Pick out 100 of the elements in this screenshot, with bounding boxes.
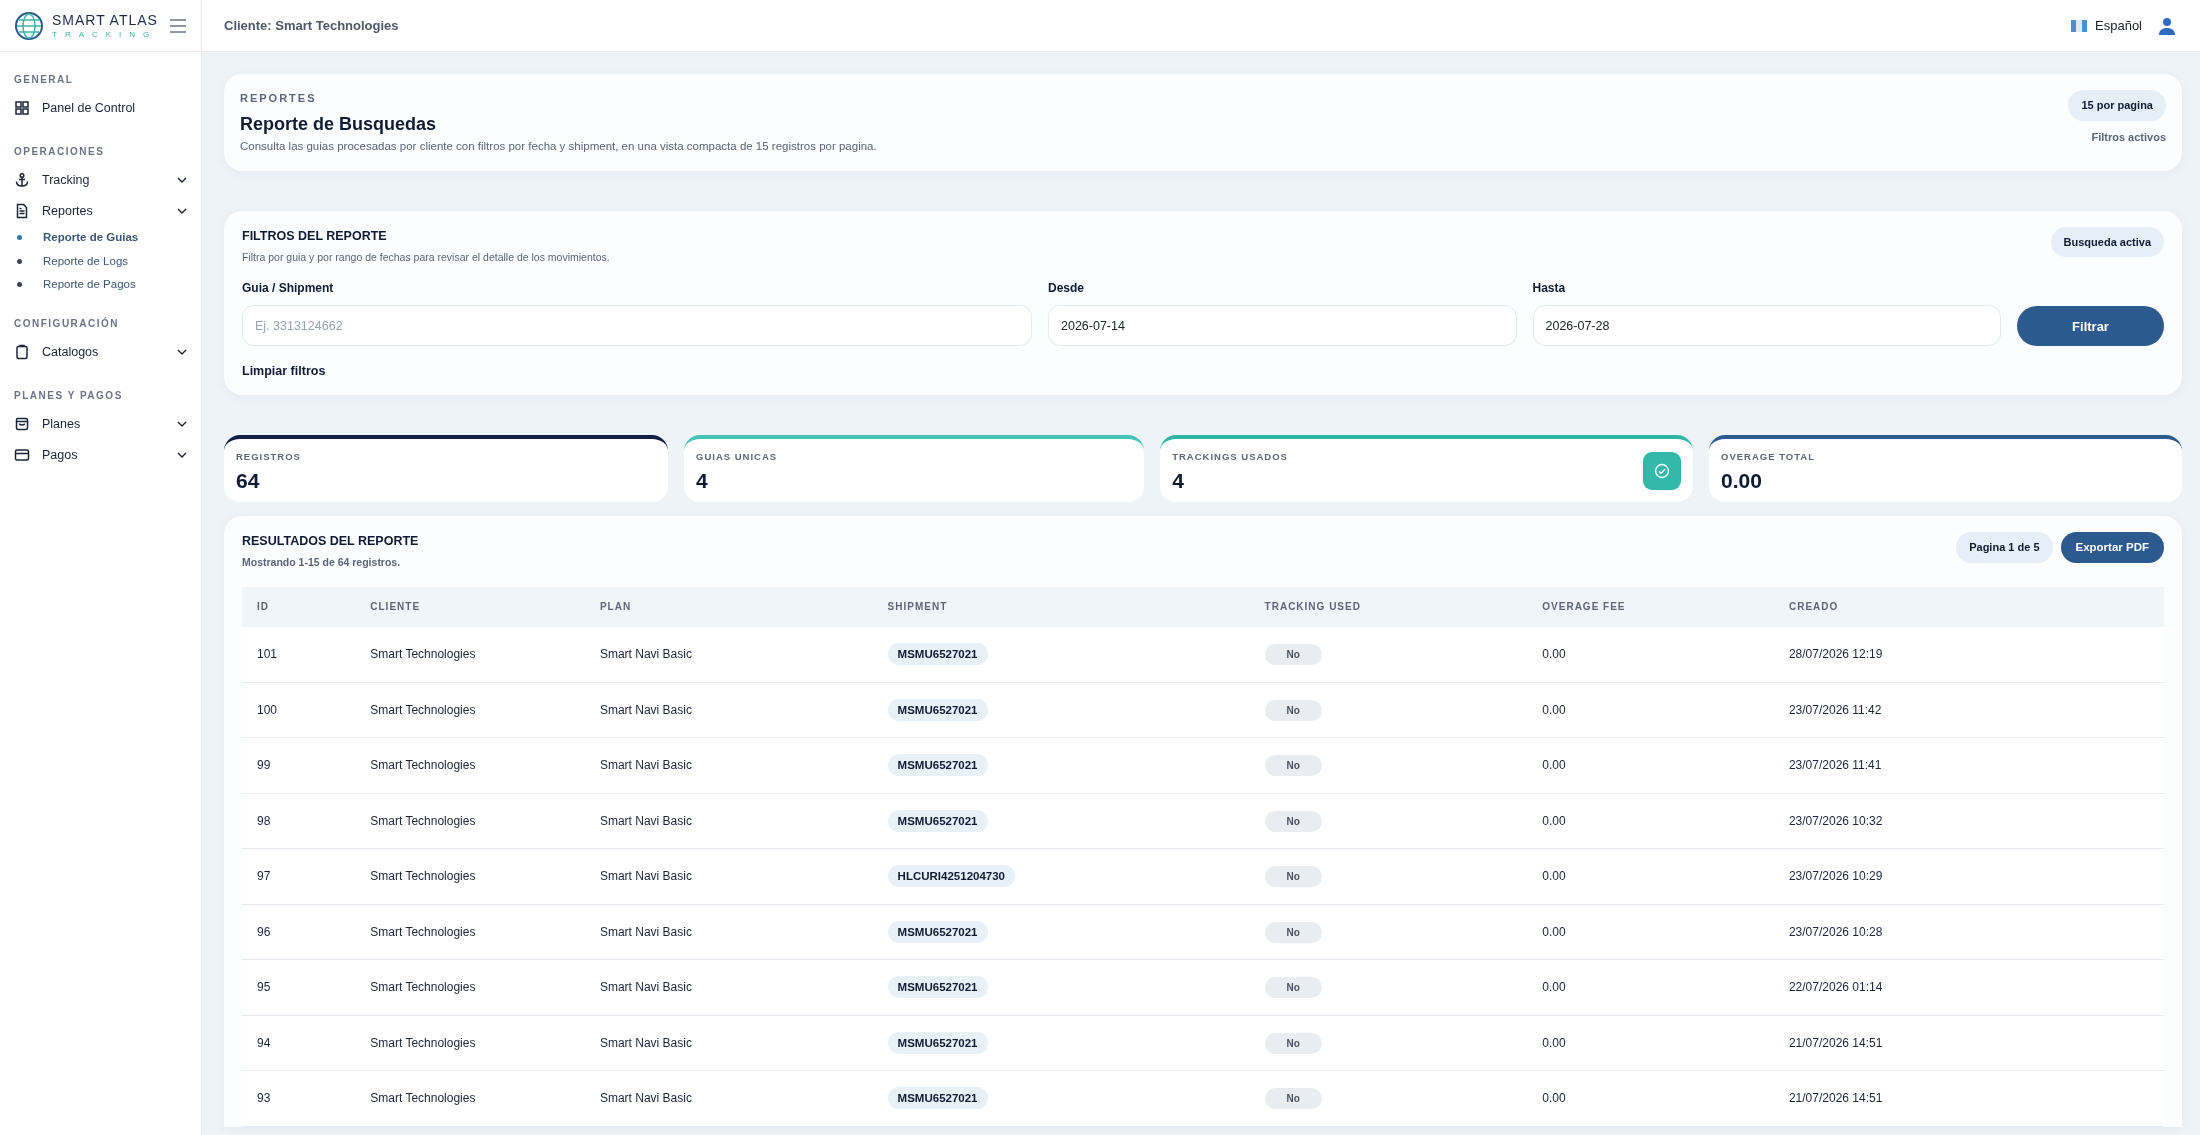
sidebar-item[interactable]: Reportes (0, 195, 201, 227)
column-header: ID (242, 586, 356, 627)
shipment-badge: MSMU6527021 (887, 920, 988, 943)
shipment-badge: MSMU6527021 (887, 809, 988, 832)
filter-description: Filtra por guia y por rango de fechas para revisar el detalle de los movimientos. (242, 249, 610, 265)
table-cell: 22/07/2026 01:14 (1773, 959, 2164, 1015)
brand-name: SMART ATLAS (52, 12, 158, 27)
stat-value: 0.00 (1721, 468, 1763, 492)
column-header: PLAN (584, 586, 873, 627)
table-cell: 21/07/2026 14:51 (1773, 1070, 2164, 1126)
table-cell: Smart Navi Basic (584, 1015, 873, 1071)
stat-value: 4 (696, 468, 709, 492)
status-badge: No (1264, 921, 1322, 943)
table-cell: Smart Technologies (355, 904, 585, 960)
stat-label: OVERAGE TOTAL (1721, 450, 1815, 465)
table-cell: 0.00 (1527, 793, 1774, 849)
table-cell: 0.00 (1527, 904, 1774, 960)
field-label: Desde (1048, 280, 1086, 298)
export-pdf-button[interactable]: Exportar PDF (2060, 532, 2164, 563)
status-badge: No (1264, 644, 1322, 665)
table-cell: Smart Technologies (355, 959, 585, 1015)
section-heading: OPERACIONES (14, 144, 106, 159)
page-size-badge: 15 por pagina (2068, 90, 2166, 121)
bullet-dot (17, 258, 22, 264)
date-field[interactable]: 2026-07-14 (1048, 305, 1517, 347)
flag-icon (2071, 19, 2087, 32)
table-cell: Smart Navi Basic (584, 737, 873, 793)
credit-card-icon (14, 446, 30, 463)
status-badge: No (1264, 977, 1322, 999)
table-cell: Smart Technologies (355, 793, 585, 849)
clear-filters-link[interactable]: Limpiar filtros (242, 362, 326, 381)
stat-label: GUIAS UNICAS (696, 450, 778, 465)
submenu-item[interactable]: Reporte de Logs (0, 249, 201, 273)
table-cell: 23/07/2026 10:32 (1773, 793, 2164, 849)
table-cell: Smart Navi Basic (584, 959, 873, 1015)
filter-button[interactable]: Filtrar (2017, 306, 2164, 347)
table-cell: Smart Navi Basic (584, 626, 873, 682)
stat-label: REGISTROS (236, 450, 301, 465)
table-cell: 93 (242, 1070, 356, 1126)
page-description: Consulta las guias procesadas por cliente con filtros por fecha y shipment, en una vista compacta de 15 registros por pagina. (240, 138, 877, 154)
shipment-badge: MSMU6527021 (887, 1031, 988, 1054)
sidebar-item[interactable]: Tracking (0, 164, 201, 196)
bullet-dot (17, 235, 22, 241)
section-heading: CONFIGURACIÓN (14, 316, 121, 331)
status-badge: No (1264, 1088, 1322, 1110)
bullet-dot (17, 281, 22, 287)
search-field[interactable]: Ej. 3313124662 (242, 305, 1032, 347)
menu-icon (169, 19, 187, 34)
table-cell: Smart Navi Basic (584, 848, 873, 904)
table-cell: 101 (242, 626, 356, 682)
submenu-item[interactable]: Reporte de Pagos (0, 272, 201, 296)
table-cell: 0.00 (1527, 626, 1774, 682)
section-heading: PLANES Y PAGOS (14, 388, 124, 403)
status-badge: No (1264, 810, 1322, 832)
date-field[interactable]: 2026-07-28 (1532, 305, 2001, 347)
table-cell: 0.00 (1527, 1015, 1774, 1071)
stat-label: TRACKINGS USADOS (1172, 450, 1288, 465)
bag-icon (14, 416, 30, 433)
table-cell: 28/07/2026 12:19 (1773, 626, 2164, 682)
table-cell: Smart Navi Basic (584, 904, 873, 960)
check-icon (1643, 452, 1681, 490)
globe-logo-icon (14, 10, 44, 41)
table-cell: Smart Technologies (355, 737, 585, 793)
clipboard-icon (14, 344, 30, 361)
sidebar-item[interactable]: Planes (0, 408, 201, 440)
sidebar-item[interactable]: Pagos (0, 439, 201, 471)
table-cell: 99 (242, 737, 356, 793)
table-cell: 23/07/2026 11:41 (1773, 737, 2164, 793)
brand-tagline: TRACKING (52, 30, 158, 39)
table-cell: 23/07/2026 10:28 (1773, 904, 2164, 960)
table-cell: 23/07/2026 10:29 (1773, 848, 2164, 904)
client-name: Cliente: Smart Technologies (224, 16, 399, 35)
shipment-badge: MSMU6527021 (887, 642, 988, 665)
page-indicator: Pagina 1 de 5 (1956, 532, 2053, 563)
grid-icon (14, 100, 30, 117)
shipment-badge: MSMU6527021 (887, 976, 988, 999)
field-label: Guia / Shipment (242, 280, 335, 298)
language-selector[interactable]: Español (2071, 15, 2142, 36)
sidebar-item[interactable]: Panel de Control (0, 93, 201, 124)
table-cell: 0.00 (1527, 848, 1774, 904)
user-icon (2158, 17, 2176, 36)
stat-value: 64 (236, 468, 261, 492)
table-cell: 98 (242, 793, 356, 849)
submenu-item[interactable]: Reporte de Guias (0, 226, 201, 250)
status-badge: No (1264, 1032, 1322, 1054)
table-cell: 21/07/2026 14:51 (1773, 1015, 2164, 1071)
shipment-badge: HLCURI4251204730 (887, 865, 1015, 888)
table-cell: Smart Navi Basic (584, 682, 873, 738)
table-cell: 0.00 (1527, 1070, 1774, 1126)
column-header: TRACKING USED (1249, 586, 1528, 627)
table-cell: 0.00 (1527, 682, 1774, 738)
sidebar-item[interactable]: Catalogos (0, 337, 201, 368)
table-cell: 96 (242, 904, 356, 960)
chevron-down-icon (177, 421, 187, 428)
chevron-down-icon (177, 207, 187, 214)
column-header: OVERAGE FEE (1527, 586, 1774, 627)
table-cell: 95 (242, 959, 356, 1015)
document-icon (14, 202, 30, 219)
column-header: CREADO (1773, 586, 2164, 627)
table-cell: 23/07/2026 11:42 (1773, 682, 2164, 738)
